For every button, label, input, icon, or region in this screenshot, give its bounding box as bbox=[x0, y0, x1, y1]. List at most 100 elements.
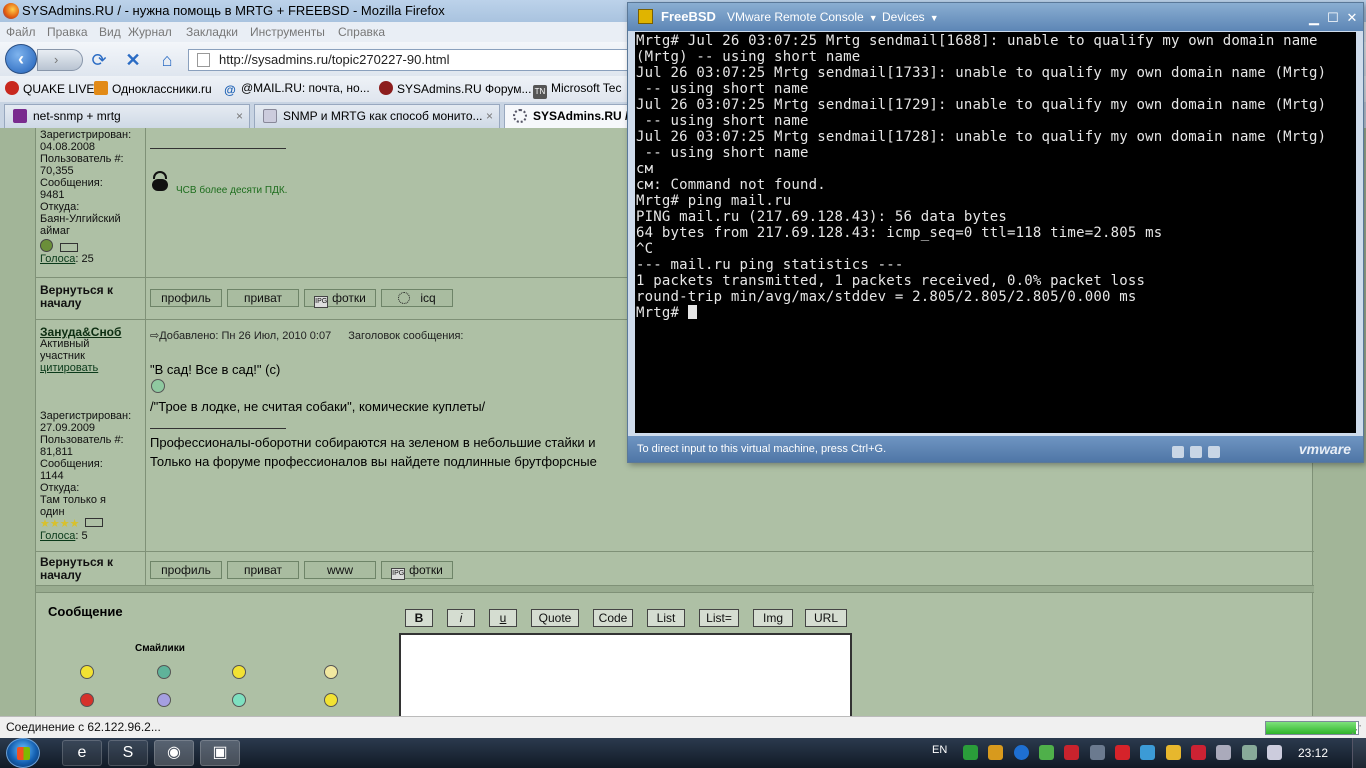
volume-icon[interactable] bbox=[1267, 745, 1283, 760]
bluetooth-icon[interactable] bbox=[1013, 745, 1029, 760]
stop-icon[interactable]: ✕ bbox=[122, 49, 144, 71]
www-button[interactable]: www bbox=[304, 561, 376, 579]
quote-button[interactable]: Quote bbox=[531, 609, 579, 627]
terminal-line: (Mrtg) -- using short name bbox=[636, 49, 861, 65]
tab-label: SYSAdmins.RU / bbox=[533, 109, 628, 123]
menu-file[interactable]: Файл bbox=[6, 25, 36, 39]
signature-text: ЧСВ более десяти ПДК. bbox=[176, 185, 288, 196]
close-icon[interactable]: ✕ bbox=[1344, 4, 1360, 32]
bookmark-microsoft-technet[interactable]: TN Microsoft Tec bbox=[533, 81, 621, 99]
close-tab-icon[interactable]: × bbox=[236, 105, 243, 127]
minimize-icon[interactable]: ▁ bbox=[1306, 4, 1322, 32]
vmware-taskbar-icon[interactable]: ▣ bbox=[200, 740, 240, 766]
home-icon[interactable]: ⌂ bbox=[156, 49, 178, 71]
tab-net-snmp[interactable]: net-snmp + mrtg × bbox=[4, 104, 250, 128]
menu-bookmarks[interactable]: Закладки bbox=[186, 25, 238, 39]
devices-menu[interactable]: Devices ▼ bbox=[882, 3, 939, 32]
agent-tray-icon[interactable] bbox=[988, 745, 1004, 760]
happy-smiley-icon[interactable] bbox=[232, 665, 246, 679]
image-button[interactable]: Img bbox=[753, 609, 793, 627]
glasses-smiley-icon[interactable] bbox=[324, 665, 338, 679]
network-icon[interactable] bbox=[1208, 446, 1221, 458]
cdrom-icon[interactable] bbox=[1190, 446, 1203, 458]
vmware-app-icon bbox=[638, 9, 653, 24]
angry-smiley-icon[interactable] bbox=[80, 693, 94, 707]
hard-disk-icon[interactable] bbox=[1172, 446, 1184, 458]
list-button[interactable]: List bbox=[647, 609, 685, 627]
menu-tools[interactable]: Инструменты bbox=[250, 25, 325, 39]
vm-terminal-screen[interactable]: Mrtg# Jul 26 03:07:25 Mrtg sendmail[1688… bbox=[635, 32, 1356, 433]
security-tray-icon[interactable] bbox=[1064, 745, 1080, 760]
italic-button[interactable]: i bbox=[447, 609, 475, 627]
votes-link[interactable]: Голоса bbox=[40, 530, 75, 542]
location-label: Откуда: bbox=[40, 201, 80, 213]
menu-history[interactable]: Журнал bbox=[128, 25, 172, 39]
terminal-line: -- using short name bbox=[636, 145, 809, 161]
close-tab-icon[interactable]: × bbox=[486, 105, 493, 127]
vm-app-label: VMware Remote Console bbox=[727, 10, 864, 24]
media-tray-icon[interactable] bbox=[1089, 745, 1105, 760]
quote-link[interactable]: цитировать bbox=[40, 362, 145, 374]
bookmark-mailru[interactable]: @ @MAIL.RU: почта, но... bbox=[223, 81, 370, 97]
bookmark-quake-live[interactable]: QUAKE LIVE bbox=[5, 81, 94, 96]
icq-button[interactable]: icq bbox=[381, 289, 453, 307]
vm-app-menu[interactable]: VMware Remote Console ▼ bbox=[727, 3, 878, 32]
private-message-button[interactable]: приват bbox=[227, 561, 299, 579]
show-desktop-button[interactable] bbox=[1352, 738, 1366, 768]
private-message-button[interactable]: приват bbox=[227, 289, 299, 307]
profile-button[interactable]: профиль bbox=[150, 289, 222, 307]
skype-icon[interactable]: S bbox=[108, 740, 148, 766]
internet-explorer-icon[interactable]: e bbox=[62, 740, 102, 766]
menu-edit[interactable]: Правка bbox=[47, 25, 88, 39]
signal-strength-icon[interactable] bbox=[1241, 745, 1257, 760]
shocked-smiley-icon[interactable] bbox=[157, 693, 171, 707]
grin-smiley-icon[interactable] bbox=[157, 665, 171, 679]
ordered-list-button[interactable]: List= bbox=[699, 609, 739, 627]
icq-tray-icon[interactable] bbox=[963, 745, 978, 760]
url-bar[interactable]: http://sysadmins.ru/topic270227-90.html bbox=[188, 49, 628, 71]
reload-icon[interactable]: ⟳ bbox=[88, 49, 110, 71]
status-text: Соединение с 62.122.96.2... bbox=[6, 720, 161, 734]
menu-help[interactable]: Справка bbox=[338, 25, 385, 39]
message-textarea[interactable] bbox=[399, 633, 852, 716]
back-button[interactable]: ‹ bbox=[5, 44, 37, 74]
input-language[interactable]: EN bbox=[932, 744, 947, 756]
terminal-line: ^C bbox=[636, 241, 654, 257]
menu-view[interactable]: Вид bbox=[99, 25, 121, 39]
post-author-name[interactable]: Зануда&Сноб bbox=[40, 326, 145, 338]
firefox-taskbar-icon[interactable]: ◉ bbox=[154, 740, 194, 766]
code-button[interactable]: Code bbox=[593, 609, 633, 627]
remove-hardware-icon[interactable] bbox=[1191, 745, 1207, 760]
bookmark-odnoklassniki[interactable]: Одноклассники.ru bbox=[94, 81, 212, 96]
vm-host-name: FreeBSD bbox=[661, 9, 716, 24]
start-button[interactable] bbox=[6, 738, 40, 768]
bold-button[interactable]: B bbox=[405, 609, 433, 627]
app-tray-icon[interactable] bbox=[1039, 745, 1055, 760]
ati-tray-icon[interactable] bbox=[1115, 745, 1131, 760]
forward-button[interactable]: › bbox=[37, 49, 83, 71]
url-button[interactable]: URL bbox=[805, 609, 847, 627]
tab-sysadmins[interactable]: SYSAdmins.RU / bbox=[504, 104, 628, 128]
profile-button[interactable]: профиль bbox=[150, 561, 222, 579]
back-to-top-link[interactable]: Вернуться к началу bbox=[36, 552, 146, 585]
laugh-smiley-icon[interactable] bbox=[232, 693, 246, 707]
photos-button[interactable]: IPG фотки bbox=[381, 561, 453, 580]
votes-link[interactable]: Голоса bbox=[40, 253, 75, 265]
folder-tray-icon[interactable] bbox=[1165, 745, 1181, 760]
action-center-icon[interactable] bbox=[1216, 745, 1232, 760]
smile-smiley-icon[interactable] bbox=[80, 665, 94, 679]
tab-snmp-mrtg[interactable]: SNMP и MRTG как способ монито... × bbox=[254, 104, 500, 128]
location-label: Откуда: bbox=[40, 482, 80, 494]
vmware-title-bar[interactable]: FreeBSD VMware Remote Console ▼ Devices ▼ … bbox=[628, 3, 1363, 31]
vmware-status-bar: To direct input to this virtual machine,… bbox=[628, 436, 1363, 462]
back-to-top-link[interactable]: Вернуться к началу bbox=[36, 278, 146, 319]
user-number: 70,355 bbox=[40, 165, 74, 177]
sync-tray-icon[interactable] bbox=[1140, 745, 1156, 760]
bookmark-sysadmins[interactable]: SYSAdmins.RU Форум... bbox=[379, 81, 531, 96]
user-number: 81,811 bbox=[40, 446, 73, 458]
waving-smiley-icon[interactable] bbox=[324, 693, 338, 707]
photos-button[interactable]: IPG фотки bbox=[304, 289, 376, 308]
underline-button[interactable]: u bbox=[489, 609, 517, 627]
maximize-icon[interactable]: ☐ bbox=[1325, 4, 1341, 32]
clock[interactable]: 23:12 bbox=[1298, 746, 1328, 760]
